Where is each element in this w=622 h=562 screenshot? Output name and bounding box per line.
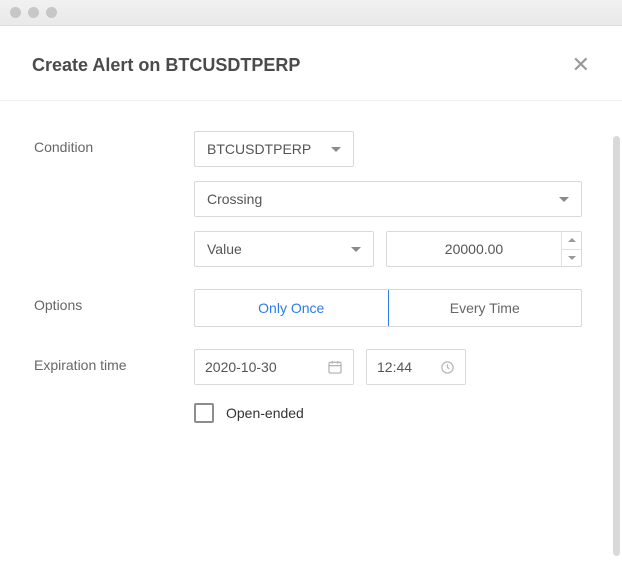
value-type-select[interactable]: Value bbox=[194, 231, 374, 267]
traffic-light-close[interactable] bbox=[10, 7, 21, 18]
expiration-label: Expiration time bbox=[34, 349, 194, 373]
expiration-date-input[interactable]: 2020-10-30 bbox=[194, 349, 354, 385]
trigger-select[interactable]: Crossing bbox=[194, 181, 582, 217]
chevron-down-icon bbox=[351, 247, 361, 252]
options-segment: Only Once Every Time bbox=[194, 289, 582, 327]
option-only-once-label: Only Once bbox=[258, 300, 324, 316]
value-spinners bbox=[561, 232, 581, 266]
chevron-down-icon bbox=[559, 197, 569, 202]
expiration-time-input[interactable]: 12:44 bbox=[366, 349, 466, 385]
dialog-title: Create Alert on BTCUSDTPERP bbox=[32, 55, 300, 76]
row-expiration: Expiration time 2020-10-30 bbox=[34, 349, 582, 423]
clock-icon bbox=[440, 360, 455, 375]
close-button[interactable]: ✕ bbox=[572, 54, 590, 76]
options-label: Options bbox=[34, 289, 194, 313]
value-input-text: 20000.00 bbox=[387, 232, 561, 266]
trigger-select-value: Crossing bbox=[207, 191, 262, 207]
chevron-down-icon bbox=[331, 147, 341, 152]
chevron-down-icon bbox=[568, 256, 576, 260]
scrollbar[interactable] bbox=[613, 136, 620, 556]
dialog-content: Create Alert on BTCUSDTPERP ✕ Condition … bbox=[0, 26, 622, 562]
traffic-light-max[interactable] bbox=[46, 7, 57, 18]
traffic-light-min[interactable] bbox=[28, 7, 39, 18]
option-only-once[interactable]: Only Once bbox=[194, 289, 389, 327]
close-icon: ✕ bbox=[572, 52, 590, 77]
expiration-controls: 2020-10-30 12:44 bbox=[194, 349, 582, 423]
symbol-select[interactable]: BTCUSDTPERP bbox=[194, 131, 354, 167]
value-step-down[interactable] bbox=[562, 249, 581, 267]
row-options: Options Only Once Every Time bbox=[34, 289, 582, 327]
expiration-time-value: 12:44 bbox=[377, 359, 412, 375]
option-every-time[interactable]: Every Time bbox=[388, 290, 582, 326]
window-titlebar bbox=[0, 0, 622, 26]
options-controls: Only Once Every Time bbox=[194, 289, 582, 327]
condition-controls: BTCUSDTPERP Crossing Value bbox=[194, 131, 582, 267]
value-input[interactable]: 20000.00 bbox=[386, 231, 582, 267]
value-step-up[interactable] bbox=[562, 232, 581, 249]
open-ended-row: Open-ended bbox=[194, 403, 582, 423]
row-condition: Condition BTCUSDTPERP Crossing bbox=[34, 131, 582, 267]
value-type-select-value: Value bbox=[207, 241, 242, 257]
chevron-up-icon bbox=[568, 238, 576, 242]
open-ended-checkbox[interactable] bbox=[194, 403, 214, 423]
condition-label: Condition bbox=[34, 131, 194, 155]
option-every-time-label: Every Time bbox=[450, 300, 520, 316]
open-ended-label: Open-ended bbox=[226, 405, 304, 421]
dialog-header: Create Alert on BTCUSDTPERP ✕ bbox=[0, 26, 622, 100]
expiration-date-value: 2020-10-30 bbox=[205, 359, 277, 375]
calendar-icon bbox=[327, 359, 343, 375]
symbol-select-value: BTCUSDTPERP bbox=[207, 141, 311, 157]
form: Condition BTCUSDTPERP Crossing bbox=[0, 101, 622, 423]
